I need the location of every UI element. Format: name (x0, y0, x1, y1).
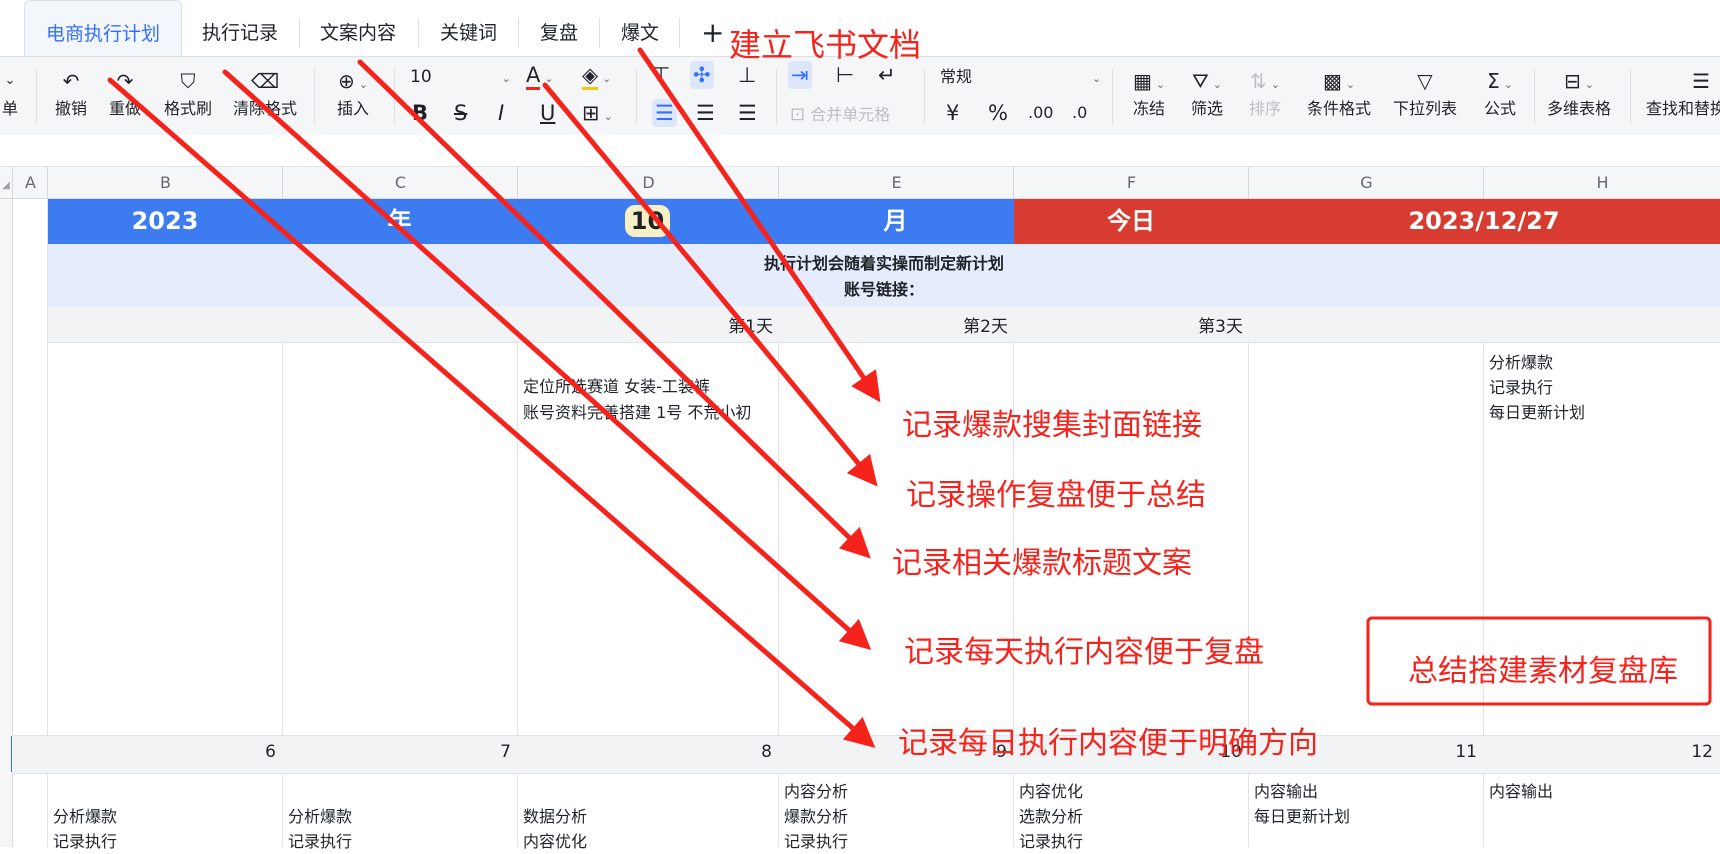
annotation-title: 建立飞书文档 (729, 26, 922, 64)
arrow-plan (107, 77, 876, 748)
arrow-keywords (357, 59, 871, 559)
annotation-2: 记录操作复盘便于总结 (906, 478, 1206, 513)
annotation-arrows (107, 47, 1712, 748)
annotation-5: 记录每日执行内容便于明确方向 (898, 726, 1318, 761)
annotation-3: 记录相关爆款标题文案 (892, 546, 1192, 581)
annotation-1: 记录爆款搜集封面链接 (902, 408, 1202, 443)
annotation-box-text: 总结搭建素材复盘库 (1408, 654, 1678, 689)
annotation-4: 记录每天执行内容便于复盘 (904, 635, 1264, 670)
arrow-copy (222, 69, 872, 651)
